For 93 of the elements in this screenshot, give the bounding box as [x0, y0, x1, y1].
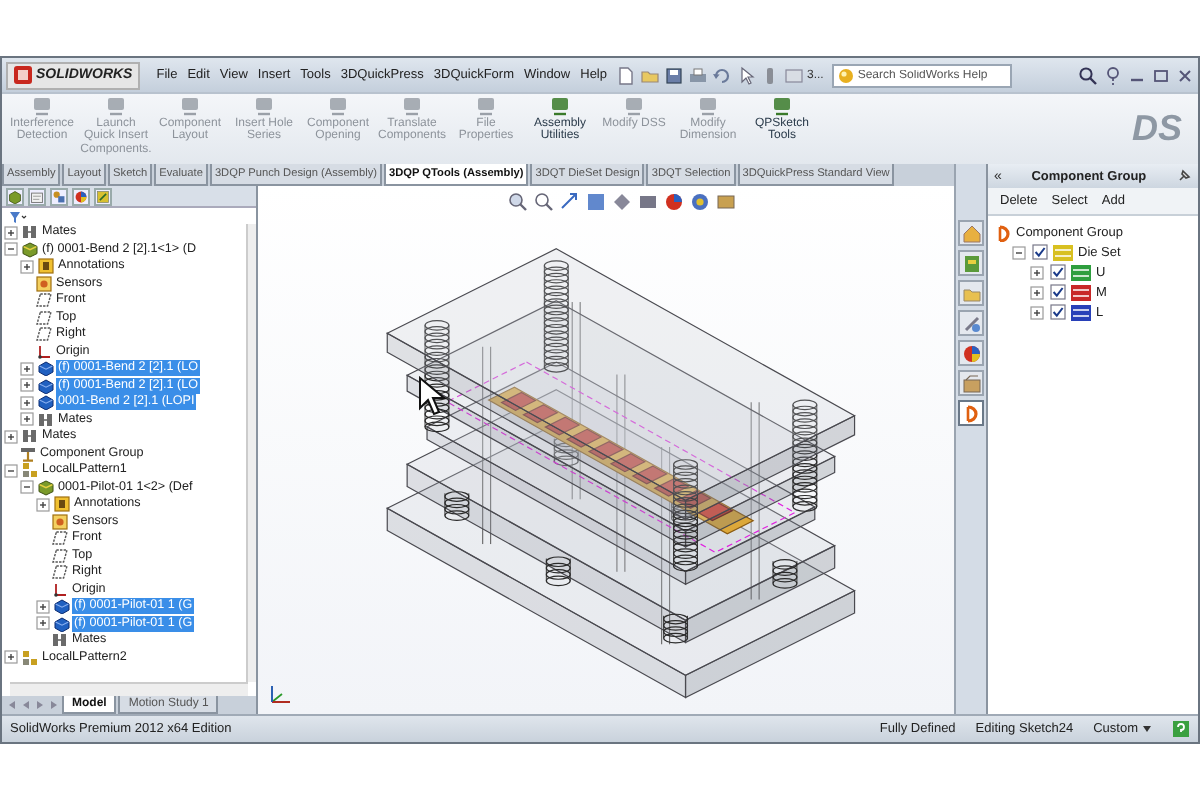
- search-icon[interactable]: [1078, 65, 1098, 85]
- tool-icon: [104, 96, 128, 118]
- pointer-icon[interactable]: [735, 65, 755, 85]
- tool-icon: [252, 96, 276, 118]
- collapse-toggle[interactable]: [1012, 245, 1026, 259]
- feature-manager-icon[interactable]: [6, 188, 24, 206]
- tool-icon: [400, 96, 424, 118]
- scrollbar[interactable]: [10, 682, 248, 696]
- task-pane-tab[interactable]: [958, 250, 984, 276]
- expand-toggle[interactable]: [4, 429, 18, 444]
- filter-icon[interactable]: [8, 209, 28, 223]
- sensor-icon: [52, 513, 68, 530]
- expand-toggle[interactable]: [36, 497, 50, 512]
- task-pane-tab[interactable]: [958, 400, 984, 426]
- component-group-icon: [961, 403, 981, 423]
- new-document-icon[interactable]: [615, 65, 635, 85]
- help-icon[interactable]: [1104, 65, 1122, 85]
- tool-icon: [30, 96, 54, 118]
- annotations-icon: [54, 496, 70, 513]
- help-search-icon: [837, 67, 854, 83]
- save-icon[interactable]: [663, 65, 683, 85]
- collapse-toggle[interactable]: [4, 242, 18, 257]
- expand-toggle[interactable]: [20, 361, 34, 376]
- home-icon: [961, 223, 981, 243]
- collapse-toggle[interactable]: [20, 480, 34, 495]
- assembly-icon: [22, 241, 38, 258]
- property-manager-icon[interactable]: [28, 188, 46, 206]
- expand-toggle[interactable]: [36, 599, 50, 614]
- pin-icon[interactable]: [1176, 168, 1192, 184]
- task-pane-tab[interactable]: [958, 340, 984, 366]
- brand-mark: DS: [1131, 106, 1184, 150]
- logo-icon: [14, 66, 32, 84]
- origin-icon: [36, 343, 52, 360]
- expand-toggle[interactable]: [20, 259, 34, 274]
- printer-icon[interactable]: [687, 65, 707, 85]
- appearance-icon: [961, 343, 981, 363]
- checkbox[interactable]: [1050, 264, 1066, 280]
- tool-icon: [770, 96, 794, 118]
- expand-toggle[interactable]: [4, 650, 18, 665]
- tools-icon: [961, 313, 981, 333]
- view-orientation-icon[interactable]: [612, 192, 632, 212]
- expand-toggle[interactable]: [20, 412, 34, 427]
- section-view-icon[interactable]: [586, 192, 606, 212]
- expand-toggle[interactable]: [1030, 305, 1044, 319]
- mouse-pointer-icon: [418, 376, 446, 416]
- appearance-icon[interactable]: [72, 188, 90, 206]
- origin-icon: [52, 581, 68, 598]
- component-group-icon: [994, 223, 1012, 241]
- mates-icon: [22, 224, 38, 241]
- display-style-icon[interactable]: [638, 192, 658, 212]
- tool-icon: [696, 96, 720, 118]
- checkbox[interactable]: [1032, 244, 1048, 260]
- annotations-icon: [38, 258, 54, 275]
- folder-icon: [961, 283, 981, 303]
- tool-icon: [548, 96, 572, 118]
- configuration-icon[interactable]: [50, 188, 68, 206]
- help-icon[interactable]: [1172, 720, 1190, 738]
- task-pane-tab[interactable]: [958, 310, 984, 336]
- pattern-icon: [22, 649, 38, 666]
- caret-icon: [1142, 724, 1152, 734]
- task-pane-tab[interactable]: [958, 220, 984, 246]
- task-pane-tab[interactable]: [958, 370, 984, 396]
- checkbox[interactable]: [1050, 284, 1066, 300]
- appearance-icon[interactable]: [664, 192, 684, 212]
- axis-triad-icon: [266, 682, 294, 706]
- restore-icon[interactable]: [1152, 65, 1170, 85]
- expand-toggle[interactable]: [20, 395, 34, 410]
- tool-icon: [622, 96, 646, 118]
- mates-icon: [52, 632, 68, 649]
- sensor-icon: [36, 275, 52, 292]
- expand-toggle[interactable]: [36, 616, 50, 631]
- assembly-icon: [38, 479, 54, 496]
- zoom-area-icon[interactable]: [534, 192, 554, 212]
- zoom-to-fit-icon[interactable]: [508, 192, 528, 212]
- expand-toggle[interactable]: [4, 225, 18, 240]
- expand-toggle[interactable]: [1030, 265, 1044, 279]
- expand-toggle[interactable]: [1030, 285, 1044, 299]
- checkbox[interactable]: [1050, 304, 1066, 320]
- dimxpert-icon[interactable]: [94, 188, 112, 206]
- pattern-icon: [22, 462, 38, 479]
- tool-icon: [326, 96, 350, 118]
- component-group-icon: [20, 445, 36, 462]
- properties-icon: [961, 373, 981, 393]
- scrollbar[interactable]: [246, 224, 256, 682]
- undo-icon[interactable]: [711, 65, 731, 85]
- expand-toggle[interactable]: [20, 378, 34, 393]
- tool-icon: [474, 96, 498, 118]
- collapse-toggle[interactable]: [4, 463, 18, 478]
- close-icon[interactable]: [1176, 65, 1194, 85]
- design-library-icon: [961, 253, 981, 273]
- previous-view-icon[interactable]: [560, 192, 580, 212]
- scene-icon[interactable]: [690, 192, 710, 212]
- tool-icon: [178, 96, 202, 118]
